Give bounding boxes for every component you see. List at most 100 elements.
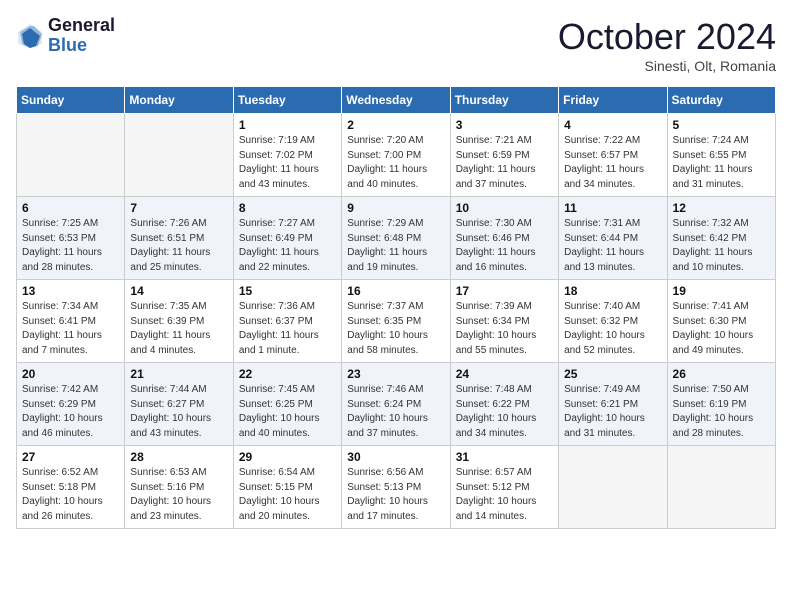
logo-icon (16, 22, 44, 50)
day-detail: Sunrise: 7:37 AM Sunset: 6:35 PM Dayligh… (347, 300, 444, 358)
day-detail: Sunrise: 7:49 AM Sunset: 6:21 PM Dayligh… (564, 383, 661, 441)
day-number: 13 (22, 284, 119, 298)
calendar-cell: 30Sunrise: 6:56 AM Sunset: 5:13 PM Dayli… (342, 446, 450, 529)
day-detail: Sunrise: 7:36 AM Sunset: 6:37 PM Dayligh… (239, 300, 336, 358)
calendar-cell: 18 Sunrise: 7:40 AM Sunset: 6:32 PM Dayli… (559, 280, 667, 363)
calendar-cell: 4Sunrise: 7:22 AM Sunset: 6:57 PM Daylig… (559, 114, 667, 197)
day-number: 8 (239, 201, 336, 215)
day-detail: Sunrise: 7:30 AM Sunset: 6:46 PM Dayligh… (456, 217, 553, 275)
logo-text: General Blue (48, 16, 115, 56)
day-number: 10 (456, 201, 553, 215)
calendar-week-row: 27 Sunrise: 6:52 AM Sunset: 5:18 PM Dayli… (17, 446, 776, 529)
calendar-cell: 12 Sunrise: 7:32 AM Sunset: 6:42 PM Dayli… (667, 197, 775, 280)
day-number: 15 (239, 284, 336, 298)
day-detail: Sunrise: 7:21 AM Sunset: 6:59 PM Dayligh… (456, 134, 553, 192)
day-number: 31 (456, 450, 553, 464)
day-number: 20 (22, 367, 119, 381)
day-detail: Sunrise: 7:32 AM Sunset: 6:42 PM Dayligh… (673, 217, 770, 275)
calendar-cell: 31 Sunrise: 6:57 AM Sunset: 5:12 PM Dayli… (450, 446, 558, 529)
weekday-header-monday: Monday (125, 87, 233, 114)
day-number: 6 (22, 201, 119, 215)
day-detail: Sunrise: 7:48 AM Sunset: 6:22 PM Dayligh… (456, 383, 553, 441)
calendar-cell: 22 Sunrise: 7:45 AM Sunset: 6:25 PM Dayli… (233, 363, 341, 446)
calendar-cell (17, 114, 125, 197)
calendar-cell: 15 Sunrise: 7:36 AM Sunset: 6:37 PM Dayli… (233, 280, 341, 363)
calendar-cell (559, 446, 667, 529)
calendar-cell: 7 Sunrise: 7:26 AM Sunset: 6:51 PM Daylig… (125, 197, 233, 280)
weekday-header-saturday: Saturday (667, 87, 775, 114)
day-detail: Sunrise: 6:53 AM Sunset: 5:16 PM Dayligh… (130, 466, 227, 524)
day-number: 19 (673, 284, 770, 298)
day-number: 18 (564, 284, 661, 298)
calendar-cell: 9Sunrise: 7:29 AM Sunset: 6:48 PM Daylig… (342, 197, 450, 280)
day-detail: Sunrise: 6:54 AM Sunset: 5:15 PM Dayligh… (239, 466, 336, 524)
day-detail: Sunrise: 6:52 AM Sunset: 5:18 PM Dayligh… (22, 466, 119, 524)
calendar-cell: 10 Sunrise: 7:30 AM Sunset: 6:46 PM Dayli… (450, 197, 558, 280)
calendar-cell (125, 114, 233, 197)
weekday-header-sunday: Sunday (17, 87, 125, 114)
weekday-header-friday: Friday (559, 87, 667, 114)
weekday-header-tuesday: Tuesday (233, 87, 341, 114)
day-number: 12 (673, 201, 770, 215)
day-detail: Sunrise: 7:22 AM Sunset: 6:57 PM Dayligh… (564, 134, 661, 192)
page-header: General Blue October 2024 Sinesti, Olt, … (16, 16, 776, 74)
month-title: October 2024 (558, 16, 776, 58)
title-block: October 2024 Sinesti, Olt, Romania (558, 16, 776, 74)
day-number: 16 (347, 284, 444, 298)
day-detail: Sunrise: 7:26 AM Sunset: 6:51 PM Dayligh… (130, 217, 227, 275)
day-number: 29 (239, 450, 336, 464)
calendar-cell: 2 Sunrise: 7:20 AM Sunset: 7:00 PM Daylig… (342, 114, 450, 197)
calendar-table: SundayMondayTuesdayWednesdayThursdayFrid… (16, 86, 776, 529)
day-number: 2 (347, 118, 444, 132)
day-number: 21 (130, 367, 227, 381)
day-detail: Sunrise: 7:45 AM Sunset: 6:25 PM Dayligh… (239, 383, 336, 441)
day-detail: Sunrise: 7:19 AM Sunset: 7:02 PM Dayligh… (239, 134, 336, 192)
day-number: 27 (22, 450, 119, 464)
calendar-cell: 26 Sunrise: 7:50 AM Sunset: 6:19 PM Dayli… (667, 363, 775, 446)
calendar-cell: 23Sunrise: 7:46 AM Sunset: 6:24 PM Dayli… (342, 363, 450, 446)
calendar-week-row: 6 Sunrise: 7:25 AM Sunset: 6:53 PM Daylig… (17, 197, 776, 280)
day-detail: Sunrise: 7:39 AM Sunset: 6:34 PM Dayligh… (456, 300, 553, 358)
day-detail: Sunrise: 7:40 AM Sunset: 6:32 PM Dayligh… (564, 300, 661, 358)
day-number: 11 (564, 201, 661, 215)
day-number: 25 (564, 367, 661, 381)
calendar-cell: 19 Sunrise: 7:41 AM Sunset: 6:30 PM Dayli… (667, 280, 775, 363)
calendar-cell: 21 Sunrise: 7:44 AM Sunset: 6:27 PM Dayli… (125, 363, 233, 446)
calendar-cell: 16 Sunrise: 7:37 AM Sunset: 6:35 PM Dayli… (342, 280, 450, 363)
location-subtitle: Sinesti, Olt, Romania (558, 58, 776, 74)
day-detail: Sunrise: 7:25 AM Sunset: 6:53 PM Dayligh… (22, 217, 119, 275)
day-number: 26 (673, 367, 770, 381)
day-detail: Sunrise: 6:57 AM Sunset: 5:12 PM Dayligh… (456, 466, 553, 524)
day-number: 23 (347, 367, 444, 381)
logo: General Blue (16, 16, 115, 56)
day-detail: Sunrise: 7:41 AM Sunset: 6:30 PM Dayligh… (673, 300, 770, 358)
day-number: 24 (456, 367, 553, 381)
weekday-header-row: SundayMondayTuesdayWednesdayThursdayFrid… (17, 87, 776, 114)
day-detail: Sunrise: 7:50 AM Sunset: 6:19 PM Dayligh… (673, 383, 770, 441)
day-number: 3 (456, 118, 553, 132)
day-number: 5 (673, 118, 770, 132)
calendar-cell: 6 Sunrise: 7:25 AM Sunset: 6:53 PM Daylig… (17, 197, 125, 280)
calendar-week-row: 1 Sunrise: 7:19 AM Sunset: 7:02 PM Daylig… (17, 114, 776, 197)
calendar-cell: 17 Sunrise: 7:39 AM Sunset: 6:34 PM Dayli… (450, 280, 558, 363)
day-number: 14 (130, 284, 227, 298)
day-detail: Sunrise: 7:44 AM Sunset: 6:27 PM Dayligh… (130, 383, 227, 441)
day-number: 17 (456, 284, 553, 298)
day-number: 28 (130, 450, 227, 464)
calendar-cell: 14Sunrise: 7:35 AM Sunset: 6:39 PM Dayli… (125, 280, 233, 363)
day-detail: Sunrise: 7:27 AM Sunset: 6:49 PM Dayligh… (239, 217, 336, 275)
calendar-cell (667, 446, 775, 529)
day-number: 7 (130, 201, 227, 215)
calendar-cell: 25 Sunrise: 7:49 AM Sunset: 6:21 PM Dayli… (559, 363, 667, 446)
calendar-cell: 3 Sunrise: 7:21 AM Sunset: 6:59 PM Daylig… (450, 114, 558, 197)
day-detail: Sunrise: 7:31 AM Sunset: 6:44 PM Dayligh… (564, 217, 661, 275)
calendar-cell: 8 Sunrise: 7:27 AM Sunset: 6:49 PM Daylig… (233, 197, 341, 280)
calendar-cell: 29 Sunrise: 6:54 AM Sunset: 5:15 PM Dayli… (233, 446, 341, 529)
day-detail: Sunrise: 7:20 AM Sunset: 7:00 PM Dayligh… (347, 134, 444, 192)
day-detail: Sunrise: 7:34 AM Sunset: 6:41 PM Dayligh… (22, 300, 119, 358)
day-number: 22 (239, 367, 336, 381)
calendar-cell: 28 Sunrise: 6:53 AM Sunset: 5:16 PM Dayli… (125, 446, 233, 529)
weekday-header-thursday: Thursday (450, 87, 558, 114)
day-detail: Sunrise: 7:24 AM Sunset: 6:55 PM Dayligh… (673, 134, 770, 192)
day-number: 1 (239, 118, 336, 132)
